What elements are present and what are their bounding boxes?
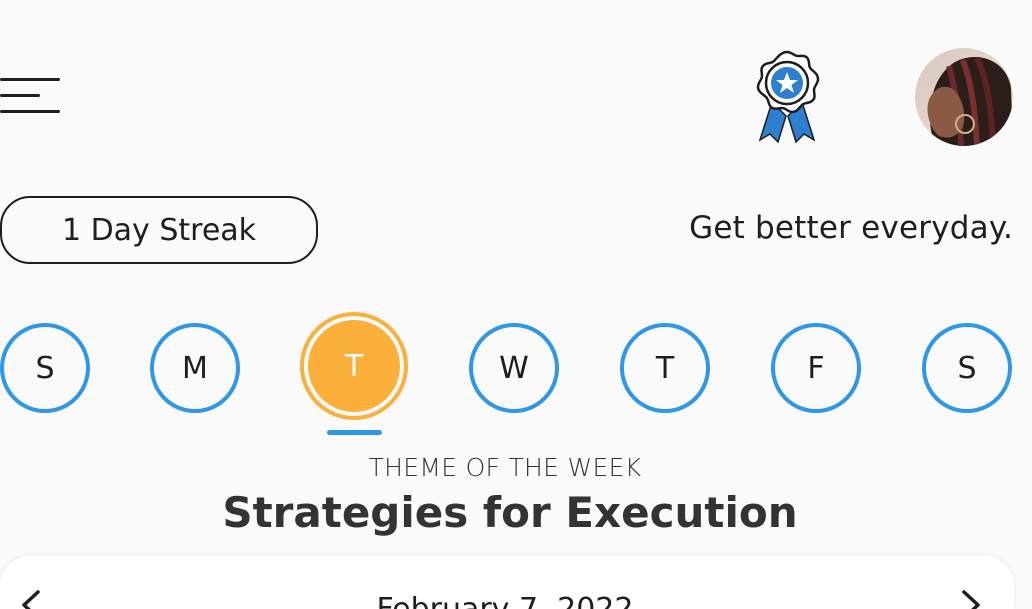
achievements-button[interactable] (750, 50, 824, 146)
day-letter: F (807, 350, 825, 386)
day-letter: S (957, 350, 977, 386)
user-avatar-photo (915, 48, 1013, 146)
day-letter: S (35, 350, 55, 386)
selected-day-indicator (327, 430, 382, 435)
day-wednesday[interactable]: W (469, 323, 559, 413)
day-selected-fill: T (308, 320, 400, 412)
hamburger-menu-icon (0, 78, 60, 113)
selected-date: February 7, 2022 (0, 592, 1010, 609)
streak-badge[interactable]: 1 Day Streak (0, 196, 318, 264)
award-ribbon-icon (756, 50, 820, 144)
day-sunday[interactable]: S (0, 323, 90, 413)
day-letter: M (182, 350, 208, 386)
next-day-button[interactable] (956, 590, 986, 609)
day-letter: T (655, 350, 675, 386)
day-letter: T (344, 348, 364, 384)
chevron-right-icon (962, 590, 980, 609)
day-thursday[interactable]: T (620, 323, 710, 413)
day-saturday[interactable]: S (922, 323, 1012, 413)
day-monday[interactable]: M (150, 323, 240, 413)
menu-button[interactable] (0, 78, 62, 116)
day-tuesday-selected[interactable]: T (300, 312, 408, 420)
avatar[interactable] (915, 48, 1013, 146)
day-friday[interactable]: F (771, 323, 861, 413)
home-screen: 1 Day Streak Get better everyday. S M T … (0, 0, 1032, 609)
theme-title: Strategies for Execution (222, 488, 798, 537)
theme-label: THEME OF THE WEEK (368, 453, 642, 482)
tagline: Get better everyday. (689, 210, 1013, 246)
day-letter: W (499, 350, 529, 386)
streak-label: 1 Day Streak (61, 212, 257, 248)
